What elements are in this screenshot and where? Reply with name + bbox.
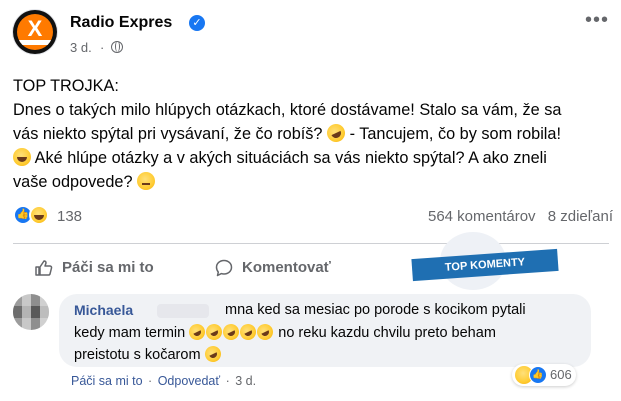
share-count[interactable]: 8 zdieľaní xyxy=(548,208,613,225)
post-header: X Radio Expres ✓ 3 d. · ••• xyxy=(13,10,613,60)
like-reaction-icon: 👍 xyxy=(529,366,547,384)
comment-button[interactable]: Komentovať xyxy=(215,250,331,286)
comment-author[interactable]: Michaela xyxy=(74,302,133,318)
comment-reactions[interactable]: 👍 606 xyxy=(512,364,576,386)
separator-dot: · xyxy=(148,374,153,388)
comment: Michaela mna ked sa mesiac po porode s k… xyxy=(13,292,609,392)
thinking-emoji-icon xyxy=(137,172,156,190)
rofl-emoji-icon xyxy=(254,321,276,343)
page-avatar[interactable]: X xyxy=(13,10,57,54)
post-text-line: vás niekto spýtal pri vysávaní, že čo ro… xyxy=(13,121,613,146)
post-text-line: TOP TROJKA: xyxy=(13,77,119,95)
comment-like-link[interactable]: Páči sa mi to xyxy=(71,374,143,388)
rofl-emoji-icon xyxy=(201,343,224,365)
commenter-avatar[interactable] xyxy=(13,294,49,330)
comment-bubble: Michaela mna ked sa mesiac po porode s k… xyxy=(59,294,591,367)
separator-dot: · xyxy=(100,40,105,55)
reactions-bar: 👍 138 564 komentárov 8 zdieľaní xyxy=(13,205,613,229)
post-text-line: Dnes o takých milo hlúpych otázkach, kto… xyxy=(13,101,562,119)
comment-count[interactable]: 564 komentárov xyxy=(428,208,536,225)
comment-time[interactable]: 3 d. xyxy=(235,374,256,388)
comment-reaction-count: 606 xyxy=(550,367,572,382)
page-name[interactable]: Radio Expres xyxy=(70,14,172,32)
comment-text-line: kedy mam termin no reku kazdu chvilu pre… xyxy=(74,321,584,343)
engagement-counts: 564 komentárov 8 zdieľaní xyxy=(420,208,613,225)
comment-actions: Páči sa mi to · Odpovedať · 3 d. xyxy=(71,374,258,388)
globe-icon xyxy=(111,41,123,53)
haha-reaction-icon[interactable] xyxy=(29,205,49,225)
post-time[interactable]: 3 d. xyxy=(70,40,92,55)
grinning-sweat-emoji-icon xyxy=(13,148,31,166)
redacted-name xyxy=(157,304,209,318)
reaction-count[interactable]: 138 xyxy=(57,208,82,225)
top-comments-badge: TOP KOMENTY xyxy=(411,232,564,292)
post-text: TOP TROJKA: Dnes o takých milo hlúpych o… xyxy=(13,74,613,194)
verified-badge-icon: ✓ xyxy=(189,15,205,31)
like-button[interactable]: Páči sa mi to xyxy=(35,250,154,286)
more-options-icon[interactable]: ••• xyxy=(585,10,609,30)
post-text-line: vaše odpovede? xyxy=(13,170,613,194)
comment-reply-link[interactable]: Odpovedať xyxy=(158,374,220,388)
separator-dot: · xyxy=(225,374,230,388)
comment-text-line: preistotu s kočarom xyxy=(74,343,224,365)
comment-bubble-icon xyxy=(215,259,233,277)
radio-expres-logo: X xyxy=(17,14,53,50)
thumbs-up-icon xyxy=(35,260,53,276)
comment-text-line: mna ked sa mesiac po porode s kocikom py… xyxy=(225,302,526,318)
rofl-emoji-icon xyxy=(324,121,348,145)
post-text-line: Aké hlúpe otázky a v akých situáciách sa… xyxy=(13,146,613,170)
